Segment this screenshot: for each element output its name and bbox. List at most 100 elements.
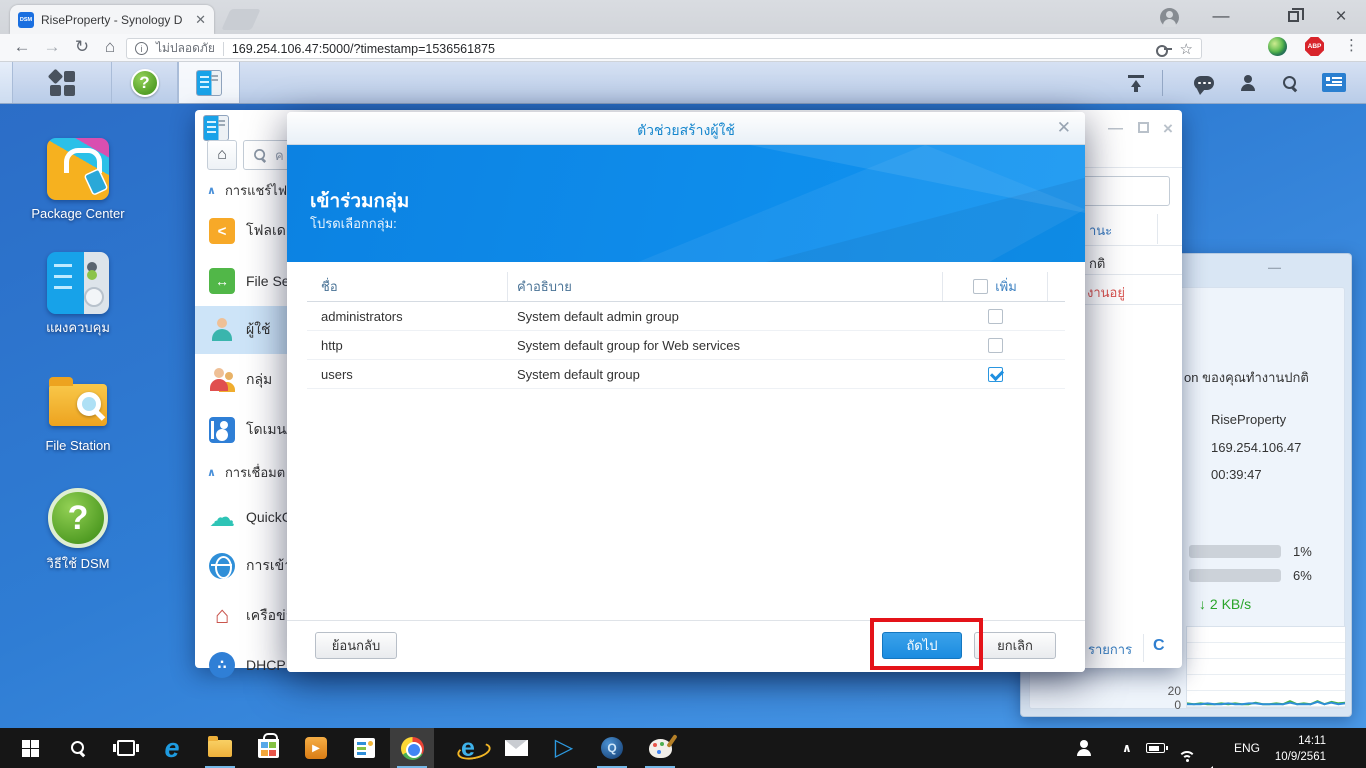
taskbar-paint[interactable] (638, 728, 682, 768)
dsm-pilot-strip (0, 62, 13, 103)
cp-minimize-icon[interactable]: — (1108, 120, 1123, 137)
globe-icon (209, 553, 235, 579)
back-icon[interactable]: ← (10, 37, 34, 57)
browser-profile-icon[interactable] (1160, 8, 1179, 27)
task-view-button[interactable] (104, 728, 148, 768)
column-header-add[interactable]: เพิ่ม (943, 272, 1048, 301)
tab-close-icon[interactable]: ✕ (195, 13, 206, 26)
dialog-heading: เข้าร่วมกลุ่ม (310, 191, 410, 212)
collapse-caret-icon: ∧ (207, 184, 216, 197)
security-label: ไม่ปลอดภัย (156, 41, 215, 55)
taskbar-edge[interactable]: e (150, 728, 194, 768)
browser-menu-icon[interactable]: ⋮ (1344, 36, 1359, 54)
cp-section-connectivity[interactable]: ∧ การเชื่อมต (207, 462, 285, 482)
window-close-icon[interactable]: × (1326, 6, 1356, 28)
microsoft-store-icon (257, 732, 279, 758)
window-minimize-icon[interactable]: — (1206, 6, 1236, 26)
desktop-icon-file-station[interactable] (47, 370, 109, 432)
mail-icon (504, 740, 528, 756)
chat-icon (1194, 75, 1214, 95)
cp-home-button[interactable]: ⌂ (207, 140, 237, 170)
tray-clock[interactable]: 14:11 10/9/2561 (1266, 734, 1326, 765)
chrome-icon (400, 736, 424, 760)
dhcp-icon: ∴ (209, 652, 235, 678)
refresh-icon[interactable]: C (1153, 637, 1165, 655)
cp-close-icon[interactable]: × (1163, 119, 1173, 139)
new-tab-button[interactable] (221, 9, 261, 30)
cancel-button[interactable]: ยกเลิก (974, 632, 1056, 659)
package-center-icon (47, 138, 109, 200)
control-panel-taskbar-button[interactable] (178, 62, 240, 103)
taskbar-media-player[interactable]: ▶ (294, 728, 338, 768)
group-row-administrators[interactable]: administrators System default admin grou… (307, 302, 1065, 331)
wifi-icon[interactable] (1178, 751, 1196, 765)
desktop-icon-dsm-help[interactable]: ? (48, 488, 108, 548)
cp-search-text: ค (275, 147, 284, 163)
browser-tab[interactable]: DSM RiseProperty - Synology D ✕ (10, 5, 214, 34)
taskbar-movies-tv[interactable]: ▷ (542, 728, 586, 768)
bookmark-star-icon[interactable]: ☆ (1180, 40, 1193, 58)
desktop-label-package-center: Package Center (31, 206, 125, 221)
windows-taskbar: e ▶ e ▷ Q ∧ ✕ ENG 14:11 10/9/2561 2 (0, 728, 1366, 768)
group-row-http[interactable]: http System default group for Web servic… (307, 331, 1065, 360)
taskbar-office-app[interactable] (342, 728, 386, 768)
reload-icon[interactable]: ↻ (70, 37, 94, 57)
taskbar-store[interactable] (246, 728, 290, 768)
taskbar-file-explorer[interactable] (198, 728, 242, 768)
home-icon[interactable]: ⌂ (98, 37, 122, 57)
select-all-checkbox[interactable] (973, 279, 989, 294)
cp-maximize-icon[interactable] (1138, 122, 1149, 133)
taskbar-search-button[interactable] (56, 728, 100, 768)
forward-icon[interactable]: → (40, 37, 64, 57)
start-button[interactable] (8, 728, 52, 768)
row-checkbox[interactable] (988, 308, 1003, 324)
dsm-help-icon: ? (48, 488, 108, 548)
help-button[interactable]: ? (112, 62, 178, 103)
widgets-button[interactable] (1316, 62, 1352, 103)
password-key-icon[interactable] (1155, 44, 1172, 57)
cp-status-column-header[interactable]: านะ (1089, 220, 1112, 241)
taskbar-quicktime[interactable]: Q (590, 728, 634, 768)
quicktime-icon: Q (601, 737, 623, 759)
battery-icon[interactable] (1146, 743, 1168, 753)
desktop-icon-package-center[interactable] (47, 138, 109, 200)
tray-overflow-chevron[interactable]: ∧ (1122, 741, 1132, 755)
taskbar-mail[interactable] (494, 728, 538, 768)
language-indicator[interactable]: ENG (1234, 741, 1260, 755)
quickconnect-cloud-icon: ☁ (209, 501, 235, 532)
chart-tick-20: 20 (1167, 684, 1181, 698)
search-button[interactable] (1272, 62, 1308, 103)
address-bar[interactable]: i ไม่ปลอดภัย 169.254.106.47:5000/?timest… (126, 38, 1202, 59)
cp-column-divider (1157, 214, 1158, 244)
upload-status-button[interactable] (1118, 62, 1154, 103)
shared-folder-icon: < (209, 218, 235, 244)
main-menu-button[interactable] (13, 62, 112, 103)
help-icon: ? (130, 68, 159, 97)
row-checkbox[interactable] (988, 337, 1003, 353)
idm-extension-icon[interactable] (1268, 37, 1287, 56)
play-icon: ▷ (554, 734, 574, 761)
chart-tick-0: 0 (1174, 698, 1181, 712)
dialog-close-icon[interactable]: ✕ (1057, 118, 1071, 138)
screen: DSM RiseProperty - Synology D ✕ — × ← → … (0, 0, 1366, 768)
widgets-icon (1322, 73, 1346, 92)
info-icon[interactable]: i (135, 42, 148, 55)
back-button[interactable]: ย้อนกลับ (315, 632, 397, 659)
tray-time: 14:11 (1298, 735, 1326, 747)
window-restore-icon[interactable] (1288, 8, 1304, 22)
file-services-icon: ↔ (209, 268, 235, 294)
dsm-favicon: DSM (18, 11, 34, 28)
widget-minimize-icon[interactable]: — (1268, 260, 1281, 275)
desktop-icon-control-panel[interactable] (47, 252, 109, 314)
group-row-users[interactable]: users System default group (307, 360, 1065, 389)
notifications-button[interactable] (1186, 62, 1222, 103)
cp-section-file-sharing[interactable]: ∧ การแชร์ไฟ (207, 180, 287, 200)
taskbar-internet-explorer[interactable]: e (446, 728, 490, 768)
column-header-description[interactable]: คำอธิบาย (508, 272, 943, 301)
column-header-extra (1048, 272, 1065, 301)
widget-uptime: 00:39:47 (1211, 467, 1262, 482)
column-header-name[interactable]: ชื่อ (307, 272, 508, 301)
taskbar-chrome[interactable] (390, 728, 434, 768)
row-checkbox[interactable] (988, 366, 1003, 382)
account-button[interactable] (1230, 62, 1266, 103)
